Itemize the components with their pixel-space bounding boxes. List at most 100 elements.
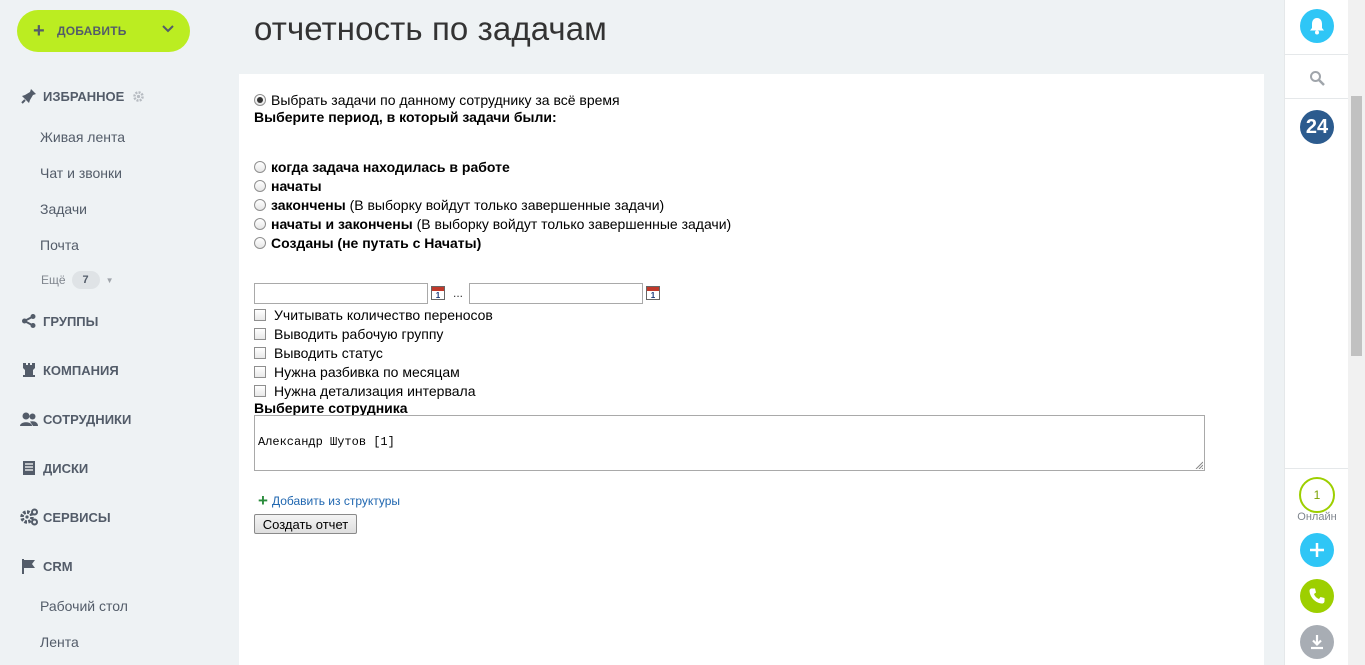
date-range-separator: ... [453,286,464,300]
add-button[interactable]: + ДОБАВИТЬ [17,10,190,52]
sidebar-section-services[interactable]: СЕРВИСЫ [20,508,111,526]
download-icon [1311,635,1323,650]
calendar-icon[interactable]: 1 [646,286,660,300]
gears-icon [20,508,38,526]
sidebar-section-label: КОМПАНИЯ [43,362,119,378]
disk-icon [20,459,38,477]
sidebar-item-live-feed[interactable]: Живая лента [40,129,125,145]
sidebar-section-company[interactable]: КОМПАНИЯ [20,361,119,379]
sidebar-item-chat[interactable]: Чат и звонки [40,165,122,181]
add-button-label: ДОБАВИТЬ [57,24,127,38]
sidebar-item-crm-desktop[interactable]: Рабочий стол [40,598,128,614]
sidebar-section-label: ИЗБРАННОЕ [43,88,125,104]
sidebar-item-crm-feed[interactable]: Лента [40,634,79,650]
users-icon [20,410,38,428]
checkbox-workgroup[interactable]: Выводить рабочую группу [254,326,443,342]
radio-button[interactable] [254,161,266,173]
radio-period-started-finished[interactable]: начаты и закончены (В выборку войдут тол… [254,216,731,232]
bitrix24-logo-button[interactable]: 24 [1300,110,1334,144]
call-button[interactable] [1300,579,1334,613]
radio-label: начаты [271,178,322,194]
gear-icon[interactable] [132,90,145,103]
sidebar-section-label: ДИСКИ [43,460,89,476]
employee-heading: Выберите сотрудника [254,400,408,416]
resize-handle-icon[interactable] [1195,461,1203,469]
sidebar-section-label: СЕРВИСЫ [43,509,111,525]
checkbox-label: Нужна разбивка по месяцам [274,364,460,380]
radio-period-in-work[interactable]: когда задача находилась в работе [254,159,510,175]
radio-note: (В выборку войдут только завершенные зад… [412,216,732,232]
online-count: 1 [1313,488,1321,502]
sidebar-item-mail[interactable]: Почта [40,237,79,253]
sidebar-more[interactable]: Ещё 7 ▼ [41,271,113,289]
radio-period-finished[interactable]: закончены (В выборку войдут только завер… [254,197,664,213]
radio-button[interactable] [254,218,266,230]
notifications-button[interactable] [1300,9,1334,43]
radio-period-started[interactable]: начаты [254,178,322,194]
radio-button[interactable] [254,180,266,192]
radio-button[interactable] [254,237,266,249]
radio-button[interactable] [254,94,266,106]
checkbox-label: Выводить статус [274,345,383,361]
online-counter[interactable]: 1 [1299,477,1335,513]
right-toolbar: 24 1 Онлайн [1284,0,1349,665]
checkbox-interval-detail[interactable]: Нужна детализация интервала [254,383,475,399]
checkbox-label: Учитывать количество переносов [274,307,493,323]
tower-icon [20,361,38,379]
scrollbar-thumb[interactable] [1351,96,1362,356]
checkbox-label: Нужна детализация интервала [274,383,476,399]
share-icon [20,312,38,330]
radio-all-time[interactable]: Выбрать задачи по данному сотруднику за … [254,92,620,108]
sidebar-section-label: СОТРУДНИКИ [43,411,132,427]
download-button[interactable] [1300,625,1334,659]
checkbox[interactable] [254,366,266,378]
date-to-input[interactable] [469,283,643,304]
report-form-panel: Выбрать задачи по данному сотруднику за … [239,74,1264,665]
checkbox[interactable] [254,309,266,321]
checkbox[interactable] [254,328,266,340]
plus-icon: + [258,491,268,510]
radio-period-created[interactable]: Созданы (не путать с Начаты) [254,235,481,251]
radio-label: Созданы (не путать с Начаты) [271,235,482,251]
sidebar-section-groups[interactable]: ГРУППЫ [20,312,98,330]
b24-logo-text: 24 [1305,115,1329,138]
checkbox-status[interactable]: Выводить статус [254,345,383,361]
calendar-icon[interactable]: 1 [431,286,445,300]
checkbox[interactable] [254,347,266,359]
plus-icon: + [33,20,45,42]
radio-label: когда задача находилась в работе [271,159,510,175]
create-report-button[interactable]: Создать отчет [254,514,357,534]
page-title: отчетность по задачам [254,10,607,47]
phone-icon [1309,588,1325,604]
checkbox-transfers[interactable]: Учитывать количество переносов [254,307,493,323]
checkbox-monthly[interactable]: Нужна разбивка по месяцам [254,364,460,380]
sidebar-section-label: CRM [43,558,73,574]
checkbox[interactable] [254,385,266,397]
employee-textarea[interactable]: Александр Шутов [1] [254,415,1205,471]
search-button[interactable] [1300,61,1334,95]
online-label: Онлайн [1297,511,1337,523]
page-scrollbar[interactable] [1348,0,1365,665]
search-icon [1310,71,1325,86]
radio-label: начаты и закончены [271,216,413,232]
sidebar-section-favorites[interactable]: ИЗБРАННОЕ [20,87,145,105]
sidebar-section-employees[interactable]: СОТРУДНИКИ [20,410,131,428]
bell-icon [1310,18,1324,35]
add-from-structure-label: Добавить из структуры [271,493,401,508]
plus-icon [1310,543,1324,557]
more-label: Ещё [41,273,66,287]
sidebar-section-crm[interactable]: CRM [20,557,73,575]
add-from-structure-link[interactable]: + Добавить из структуры [258,492,400,509]
radio-button[interactable] [254,199,266,211]
add-chat-button[interactable] [1300,533,1334,567]
radio-label: закончены [271,197,346,213]
sidebar-item-tasks[interactable]: Задачи [40,201,87,217]
radio-note: (В выборку войдут только завершенные зад… [345,197,665,213]
date-from-input[interactable] [254,283,428,304]
more-count-badge: 7 [71,271,100,289]
period-heading: Выберите период, в который задачи были: [254,109,557,125]
triangle-down-icon: ▼ [105,275,114,285]
checkbox-label: Выводить рабочую группу [274,326,444,342]
sidebar-section-disks[interactable]: ДИСКИ [20,459,88,477]
radio-label: Выбрать задачи по данному сотруднику за … [271,92,620,108]
